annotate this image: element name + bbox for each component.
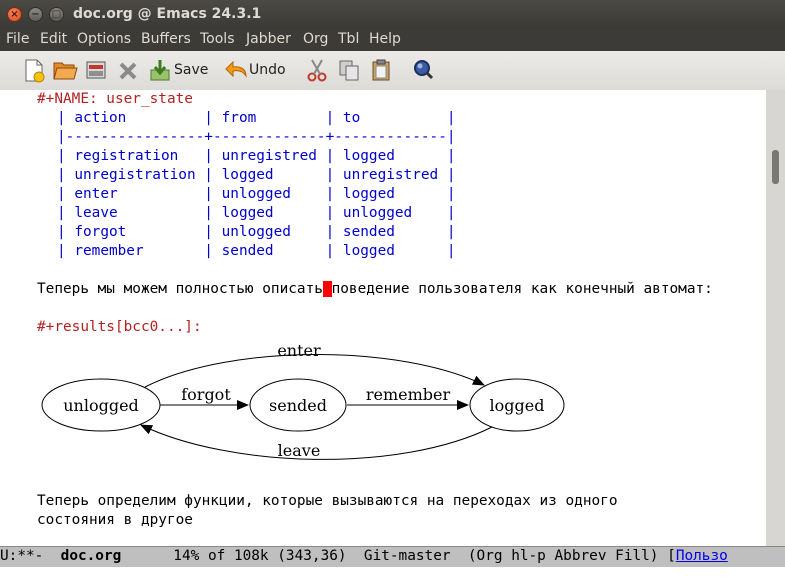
paste-icon[interactable]: [369, 57, 393, 83]
modeline-buffer-name[interactable]: doc.org: [61, 548, 122, 564]
state-diagram: unlogged sended logged enter forgot reme…: [41, 341, 565, 460]
results-line: #+results[bcc0...]:: [37, 319, 202, 335]
menu-bar: File Edit Options Buffers Tools Jabber O…: [0, 29, 785, 51]
modeline-status: U:**-: [0, 548, 61, 564]
node-logged-label: logged: [490, 396, 545, 415]
mode-line: U:**- doc.org 14% of 108k (343,36) Git-m…: [0, 546, 785, 567]
undo-button[interactable]: Undo: [249, 62, 286, 78]
edge-forgot-label: forgot: [181, 385, 231, 404]
new-file-icon[interactable]: [22, 57, 46, 83]
node-unlogged-label: unlogged: [63, 396, 139, 415]
table-row: | enter | unlogged | logged |: [57, 186, 456, 202]
minibuffer[interactable]: [0, 567, 785, 585]
window-close-button[interactable]: ×: [7, 7, 22, 22]
vertical-scrollbar[interactable]: [766, 90, 785, 546]
menu-buffers[interactable]: Buffers: [141, 31, 191, 47]
window-maximize-button[interactable]: □: [49, 7, 64, 22]
menu-options[interactable]: Options: [77, 31, 131, 47]
search-icon[interactable]: [411, 57, 435, 83]
scrollbar-thumb[interactable]: [772, 150, 779, 184]
menu-jabber[interactable]: Jabber: [246, 31, 291, 47]
modeline-position: 14% of 108k (343,36) Git-master (Org hl-…: [121, 548, 676, 564]
paragraph-2-line-1: Теперь определим функции, которые вызыва…: [37, 493, 618, 509]
tool-bar: Save Undo: [0, 51, 785, 90]
undo-icon[interactable]: [224, 57, 250, 83]
modeline-link[interactable]: Пользо: [676, 548, 728, 564]
menu-tools[interactable]: Tools: [200, 31, 235, 47]
table-row: | registration | unregistred | logged |: [57, 148, 456, 164]
node-sended-label: sended: [269, 396, 327, 415]
table-row: | leave | logged | unlogged |: [57, 205, 456, 221]
menu-org[interactable]: Org: [303, 31, 328, 47]
text-cursor: [322, 281, 332, 297]
table-row: | forgot | unlogged | sended |: [57, 224, 456, 240]
edge-leave-label: leave: [278, 441, 321, 460]
dired-icon[interactable]: [84, 57, 108, 83]
menu-help[interactable]: Help: [369, 31, 401, 47]
table-header: | action | from | to |: [57, 110, 456, 126]
edge-remember-label: remember: [366, 385, 451, 404]
paragraph-1-before: Теперь мы можем полностью описать: [37, 281, 323, 297]
menu-tbl[interactable]: Tbl: [338, 31, 359, 47]
save-button[interactable]: Save: [174, 62, 208, 78]
cut-icon[interactable]: [305, 57, 329, 83]
paragraph-1: Теперь мы можем полностью описать поведе…: [37, 281, 713, 297]
table-row: | unregistration | logged | unregistred …: [57, 167, 456, 183]
edge-enter-label: enter: [277, 341, 321, 360]
window-title: doc.org @ Emacs 24.3.1: [73, 6, 262, 22]
org-name-line: #+NAME: user_state: [37, 91, 193, 107]
menu-edit[interactable]: Edit: [40, 31, 67, 47]
window-minimize-button[interactable]: −: [28, 7, 43, 22]
paragraph-1-after: поведение пользователя как конечный авто…: [331, 281, 713, 297]
save-icon[interactable]: [148, 57, 172, 83]
table-row: | remember | sended | logged |: [57, 243, 456, 259]
title-bar: × − □ doc.org @ Emacs 24.3.1: [0, 0, 785, 29]
paragraph-2-line-2: состояния в другое: [37, 512, 193, 528]
table-separator: |----------------+-------------+--------…: [57, 129, 456, 145]
copy-icon[interactable]: [337, 57, 361, 83]
close-buffer-icon[interactable]: [116, 57, 140, 83]
menu-file[interactable]: File: [6, 31, 29, 47]
editor-buffer[interactable]: #+NAME: user_state | action | from | to …: [0, 90, 766, 546]
open-file-icon[interactable]: [52, 57, 78, 83]
